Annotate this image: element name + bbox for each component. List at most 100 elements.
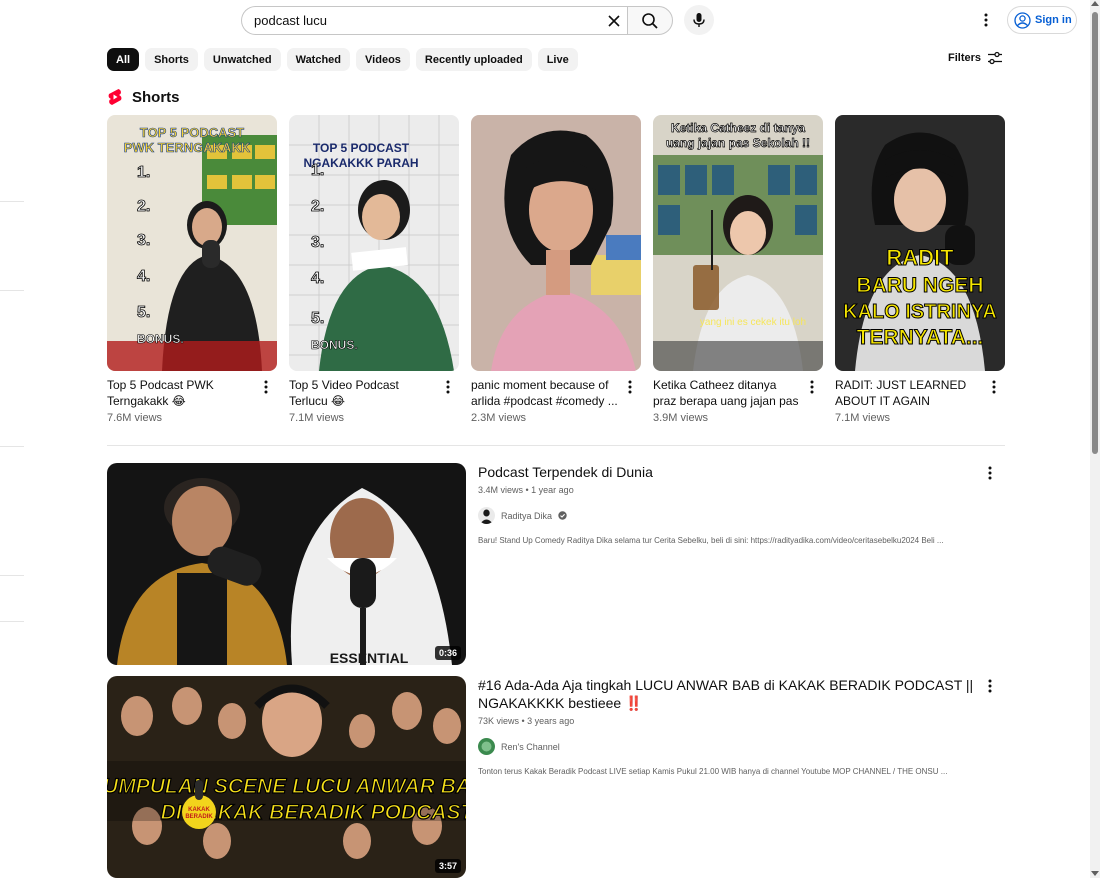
video-menu-button[interactable] xyxy=(985,465,995,481)
video-title[interactable]: Podcast Terpendek di Dunia xyxy=(478,463,978,481)
video-duration: 0:36 xyxy=(434,646,461,660)
chip-shorts[interactable]: Shorts xyxy=(145,48,198,71)
chip-watched[interactable]: Watched xyxy=(286,48,351,71)
svg-text:BERADIK: BERADIK xyxy=(185,814,213,820)
short-card[interactable]: TOP 5 PODCAST NGAKAKKK PARAH 1. 2. 3. 4.… xyxy=(289,115,459,424)
short-thumbnail[interactable] xyxy=(471,115,641,371)
video-thumbnail[interactable]: KUMPULAN SCENE LUCU ANWAR BAB DI KAKAK B… xyxy=(107,676,466,878)
scrollbar-thumb[interactable] xyxy=(1092,12,1098,454)
filters-label: Filters xyxy=(948,52,982,64)
shorts-heading: Shorts xyxy=(132,88,180,106)
svg-text:4.: 4. xyxy=(311,270,324,287)
scroll-up-arrow-icon[interactable] xyxy=(1091,1,1099,6)
short-card[interactable]: TOP 5 PODCAST PWK TERNGAKAKK 1. 2. 3. 4.… xyxy=(107,115,277,424)
short-menu-button[interactable] xyxy=(807,379,817,395)
masthead: Sign in xyxy=(0,0,1100,40)
svg-text:3.: 3. xyxy=(311,234,324,251)
settings-menu-button[interactable] xyxy=(978,11,994,29)
channel-name[interactable]: Raditya Dika xyxy=(501,511,552,521)
short-thumbnail[interactable]: TOP 5 PODCAST PWK TERNGAKAKK 1. 2. 3. 4.… xyxy=(107,115,277,371)
voice-search-button[interactable] xyxy=(684,5,714,35)
verified-badge-icon xyxy=(558,511,567,520)
video-result[interactable]: ESSENTIAL 0:36 Podcast Terpendek di Duni… xyxy=(107,463,1005,665)
chip-videos[interactable]: Videos xyxy=(356,48,410,71)
svg-text:TERNYATA...: TERNYATA... xyxy=(857,326,984,349)
scroll-down-arrow-icon[interactable] xyxy=(1091,871,1099,876)
video-description: Tonton terus Kakak Beradik Podcast LIVE … xyxy=(478,767,948,776)
short-menu-button[interactable] xyxy=(625,379,635,395)
svg-text:5.: 5. xyxy=(137,304,150,321)
page-scrollbar[interactable] xyxy=(1090,0,1100,878)
shorts-row: TOP 5 PODCAST PWK TERNGAKAKK 1. 2. 3. 4.… xyxy=(107,115,1005,424)
svg-text:yang ini es cekek itu loh: yang ini es cekek itu loh xyxy=(700,317,806,328)
more-vert-icon xyxy=(992,380,996,394)
section-divider xyxy=(107,445,1005,446)
shorts-logo-icon xyxy=(108,89,122,105)
rail-divider xyxy=(0,621,24,622)
svg-text:BONUS.: BONUS. xyxy=(311,338,358,352)
rail-divider xyxy=(0,575,24,576)
short-views: 7.1M views xyxy=(289,412,345,424)
svg-text:2.: 2. xyxy=(137,198,150,215)
more-vert-icon xyxy=(810,380,814,394)
svg-text:4.: 4. xyxy=(137,268,150,285)
svg-text:RADIT: RADIT xyxy=(886,245,954,270)
short-menu-button[interactable] xyxy=(989,379,999,395)
sign-in-label: Sign in xyxy=(1035,14,1072,26)
sign-in-button[interactable]: Sign in xyxy=(1007,6,1077,34)
short-thumbnail[interactable]: Ketika Catheez di tanya uang jajan pas S… xyxy=(653,115,823,371)
video-thumbnail[interactable]: ESSENTIAL 0:36 xyxy=(107,463,466,665)
chip-recently-uploaded[interactable]: Recently uploaded xyxy=(415,48,532,71)
search-input[interactable] xyxy=(254,13,594,28)
tune-icon xyxy=(988,51,1003,65)
svg-text:5.: 5. xyxy=(311,310,324,327)
short-views: 7.1M views xyxy=(835,412,891,424)
close-icon[interactable] xyxy=(606,13,622,29)
svg-text:ESSENTIAL: ESSENTIAL xyxy=(330,650,409,665)
filters-button[interactable]: Filters xyxy=(948,51,1003,65)
short-title[interactable]: panic moment because of arlida #podcast … xyxy=(471,377,619,409)
channel-link[interactable]: Ren's Channel xyxy=(478,738,978,755)
search-button[interactable] xyxy=(627,6,673,35)
svg-text:TOP 5 PODCAST: TOP 5 PODCAST xyxy=(313,141,410,155)
search-icon xyxy=(642,12,658,29)
more-vert-icon xyxy=(988,679,992,693)
video-title[interactable]: #16 Ada-Ada Aja tingkah LUCU ANWAR BAB d… xyxy=(478,676,978,712)
svg-text:uang jajan pas Sekolah !!: uang jajan pas Sekolah !! xyxy=(666,136,810,150)
short-menu-button[interactable] xyxy=(443,379,453,395)
filter-chips: All Shorts Unwatched Watched Videos Rece… xyxy=(107,48,578,71)
short-thumbnail[interactable]: TOP 5 PODCAST NGAKAKKK PARAH 1. 2. 3. 4.… xyxy=(289,115,459,371)
short-thumbnail[interactable]: RADIT BARU NGEH KALO ISTRINYA TERNYATA..… xyxy=(835,115,1005,371)
short-title[interactable]: Top 5 Video Podcast Terlucu 😂 xyxy=(289,377,437,409)
short-views: 7.6M views xyxy=(107,412,163,424)
short-views: 3.9M views xyxy=(653,412,709,424)
rail-divider xyxy=(0,201,24,202)
short-menu-button[interactable] xyxy=(261,379,271,395)
svg-text:1.: 1. xyxy=(137,164,150,181)
avatar[interactable] xyxy=(478,738,495,755)
video-stats: 73K views • 3 years ago xyxy=(478,716,575,726)
microphone-icon xyxy=(693,13,705,27)
video-stats: 3.4M views • 1 year ago xyxy=(478,485,574,495)
svg-text:TOP 5 PODCAST: TOP 5 PODCAST xyxy=(140,125,244,140)
chip-all[interactable]: All xyxy=(107,48,140,71)
short-card[interactable]: Ketika Catheez di tanya uang jajan pas S… xyxy=(653,115,823,424)
chip-live[interactable]: Live xyxy=(537,48,578,71)
short-card[interactable]: RADIT BARU NGEH KALO ISTRINYA TERNYATA..… xyxy=(835,115,1005,424)
chip-unwatched[interactable]: Unwatched xyxy=(203,48,281,71)
short-views: 2.3M views xyxy=(471,412,527,424)
search-box[interactable] xyxy=(241,6,628,35)
short-title[interactable]: Ketika Catheez ditanya praz berapa uang … xyxy=(653,377,801,409)
svg-text:3.: 3. xyxy=(137,232,150,249)
short-card[interactable]: panic moment because of arlida #podcast … xyxy=(471,115,641,424)
svg-text:BONUS.: BONUS. xyxy=(137,332,184,346)
svg-text:2.: 2. xyxy=(311,198,324,215)
channel-name[interactable]: Ren's Channel xyxy=(501,742,560,752)
channel-link[interactable]: Raditya Dika xyxy=(478,507,978,524)
avatar[interactable] xyxy=(478,507,495,524)
short-title[interactable]: RADIT: JUST LEARNED ABOUT IT AGAIN #podc… xyxy=(835,377,983,409)
rail-divider xyxy=(0,290,24,291)
video-menu-button[interactable] xyxy=(985,678,995,694)
video-result[interactable]: KUMPULAN SCENE LUCU ANWAR BAB DI KAKAK B… xyxy=(107,676,1005,878)
short-title[interactable]: Top 5 Podcast PWK Terngakakk 😂 xyxy=(107,377,255,409)
